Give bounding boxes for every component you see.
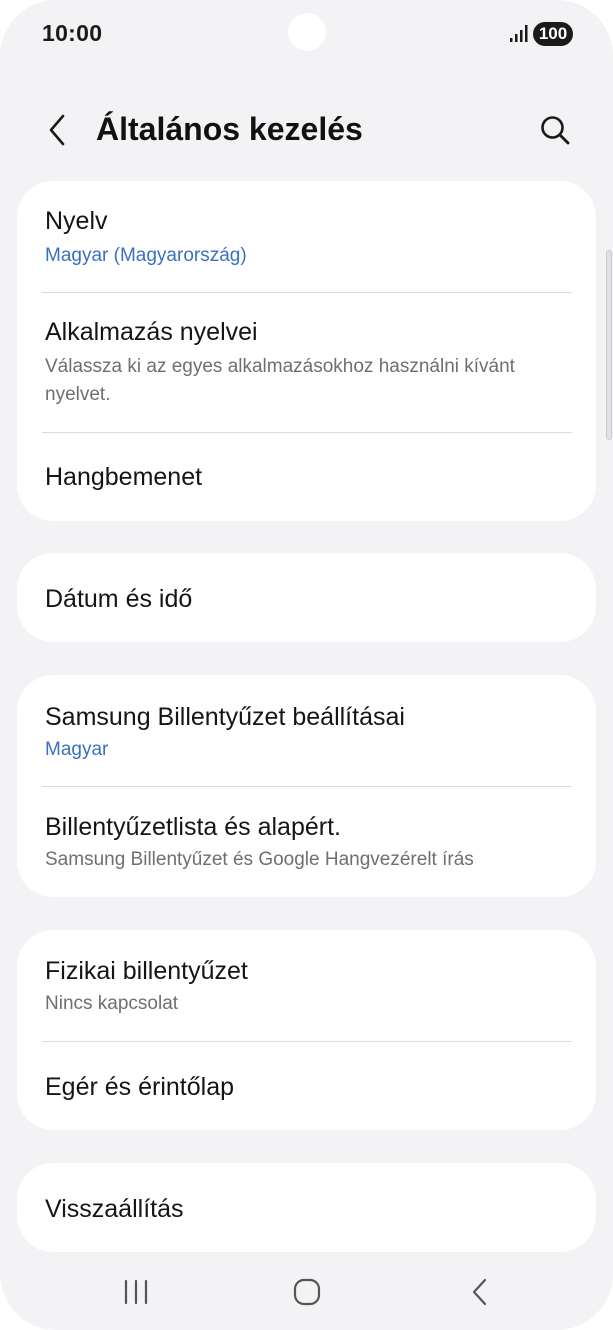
- home-icon[interactable]: [277, 1269, 337, 1315]
- item-title: Hangbemenet: [45, 463, 203, 491]
- back-icon[interactable]: [450, 1269, 510, 1315]
- list-item-reset[interactable]: Visszaállítás: [17, 1163, 596, 1252]
- item-title: Billentyűzetlista és alapért.: [45, 813, 341, 841]
- list-item-language[interactable]: Nyelv Magyar (Magyarország): [17, 181, 596, 293]
- settings-group-language: Nyelv Magyar (Magyarország) Alkalmazás n…: [17, 181, 596, 521]
- settings-group-reset: Visszaállítás: [17, 1163, 596, 1252]
- item-subtitle: Magyar: [45, 739, 109, 760]
- status-bar: 10:00 100: [0, 0, 613, 70]
- item-subtitle: Magyar (Magyarország): [45, 245, 247, 266]
- app-header: Általános kezelés: [0, 95, 613, 165]
- item-title: Alkalmazás nyelvei: [45, 318, 258, 346]
- recent-apps-icon[interactable]: [106, 1269, 166, 1315]
- status-time: 10:00: [42, 20, 103, 46]
- item-subtitle: Nincs kapcsolat: [45, 993, 179, 1014]
- scrollbar[interactable]: [606, 250, 612, 440]
- camera-cutout: [288, 13, 326, 51]
- item-title: Visszaállítás: [45, 1195, 184, 1223]
- list-item-app-languages[interactable]: Alkalmazás nyelvei Válassza ki az egyes …: [17, 293, 596, 433]
- item-title: Nyelv: [45, 207, 108, 235]
- page-title: Általános kezelés: [96, 111, 363, 147]
- item-subtitle: Válassza ki az egyes alkalmazásokhoz has…: [45, 356, 515, 405]
- back-arrow-icon[interactable]: [36, 109, 78, 151]
- list-item-samsung-keyboard[interactable]: Samsung Billentyűzet beállításai Magyar: [17, 675, 596, 786]
- list-item-physical-keyboard[interactable]: Fizikai billentyűzet Nincs kapcsolat: [17, 930, 596, 1041]
- list-item-voice-input[interactable]: Hangbemenet: [17, 433, 596, 521]
- settings-group-physical-input: Fizikai billentyűzet Nincs kapcsolat Egé…: [17, 930, 596, 1130]
- item-subtitle: Samsung Billentyűzet és Google Hangvezér…: [45, 849, 474, 870]
- list-item-keyboard-list[interactable]: Billentyűzetlista és alapért. Samsung Bi…: [17, 787, 596, 897]
- phone-screen: 10:00 100 Általános kezelés Nyelv Magyar…: [0, 0, 613, 1330]
- item-title: Samsung Billentyűzet beállításai: [45, 703, 405, 731]
- item-title: Egér és érintőlap: [45, 1073, 235, 1101]
- item-title: Fizikai billentyűzet: [45, 957, 248, 985]
- list-item-mouse-touchpad[interactable]: Egér és érintőlap: [17, 1042, 596, 1130]
- settings-group-keyboard: Samsung Billentyűzet beállításai Magyar …: [17, 675, 596, 897]
- battery-icon: 100: [533, 22, 573, 46]
- list-item-date-time[interactable]: Dátum és idő: [17, 553, 596, 642]
- navigation-bar: [0, 1255, 613, 1330]
- item-title: Dátum és idő: [45, 585, 193, 613]
- signal-icon: [510, 25, 528, 42]
- search-icon[interactable]: [534, 109, 576, 151]
- settings-group-datetime: Dátum és idő: [17, 553, 596, 642]
